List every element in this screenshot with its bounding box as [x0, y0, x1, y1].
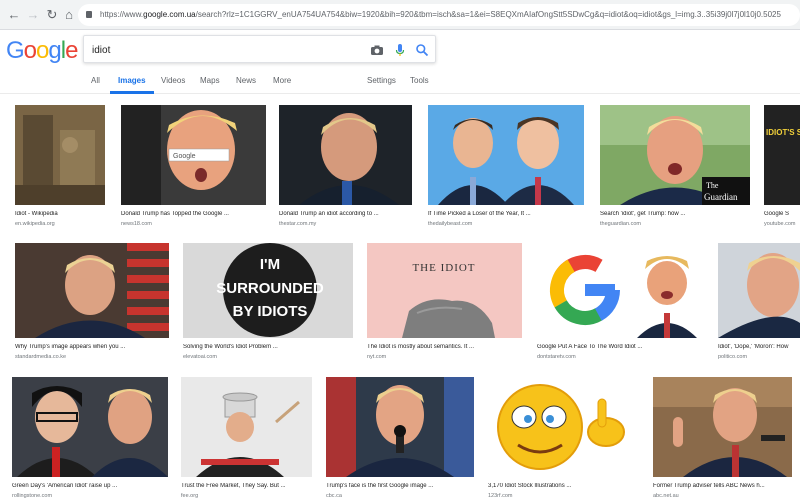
- tab-videos[interactable]: Videos: [161, 76, 185, 85]
- tab-images[interactable]: Images: [110, 76, 154, 94]
- tab-tools[interactable]: Tools: [410, 76, 429, 85]
- image-result[interactable]: Green Day's 'American Idiot' raise up ..…: [12, 377, 168, 500]
- guardian-text: Guardian: [704, 192, 738, 202]
- image-result[interactable]: IDIOT'S SEARCH IS TR Google S youtube.co…: [764, 105, 800, 230]
- result-caption: Search 'idiot', get Trump: how ...: [600, 211, 686, 217]
- result-source: politico.com: [718, 354, 748, 360]
- browser-toolbar: ← → ↻ ⌂ https://www.google.com.ua/search…: [0, 0, 800, 30]
- result-caption: Trust the Free Market, They Say. But ...: [181, 483, 286, 489]
- result-caption: Donald Trump has Topped the Google ...: [121, 211, 229, 217]
- image-result[interactable]: Trust the Free Market, They Say. But ...…: [181, 377, 312, 500]
- image-result[interactable]: I'M SURROUNDED BY IDIOTS Solving the Wor…: [183, 243, 353, 363]
- camera-icon[interactable]: [370, 43, 384, 57]
- image-result[interactable]: THE IDIOT The Idiot is mostly about sema…: [367, 243, 522, 363]
- lock-icon: [86, 11, 92, 18]
- search-icon[interactable]: [415, 43, 429, 57]
- image-result[interactable]: Idiot - Wikipedia en.wikipedia.org: [15, 105, 105, 230]
- result-source: youtube.com: [764, 221, 796, 227]
- search-input[interactable]: [92, 41, 352, 59]
- result-caption: Idiot', 'Dope,' 'Moron': How: [718, 344, 789, 350]
- result-source: abc.net.au: [653, 493, 679, 499]
- result-caption: Trump's face is the first Google image .…: [326, 483, 434, 489]
- button-text-1: I'M: [260, 256, 280, 273]
- home-icon[interactable]: ⌂: [61, 7, 77, 23]
- result-thumbnail: [718, 243, 800, 338]
- result-thumbnail: [537, 243, 704, 338]
- forward-arrow-icon[interactable]: →: [25, 7, 41, 23]
- result-caption: Donald Trump an idiot according to ...: [279, 211, 379, 217]
- result-thumbnail: THE IDIOT: [367, 243, 522, 338]
- result-thumbnail: [428, 105, 584, 205]
- result-source: fee.org: [181, 493, 199, 499]
- microphone-icon[interactable]: [393, 43, 407, 57]
- result-thumbnail: [279, 105, 412, 205]
- result-source: thestar.com.my: [279, 221, 317, 227]
- image-result[interactable]: Trump's face is the first Google image .…: [326, 377, 474, 500]
- search-tabs: All Images Videos Maps News More Setting…: [0, 70, 800, 94]
- back-arrow-icon[interactable]: ←: [6, 7, 22, 23]
- url-prefix: https://www.: [100, 10, 144, 19]
- result-thumbnail: Google: [121, 105, 266, 205]
- tab-settings[interactable]: Settings: [367, 76, 396, 85]
- result-source: rollingstone.com: [12, 493, 53, 499]
- result-source: 123rf.com: [488, 493, 513, 499]
- image-result[interactable]: Why Trump's image appears when you ... s…: [15, 243, 169, 363]
- search-box: [83, 35, 436, 63]
- tab-maps[interactable]: Maps: [200, 76, 220, 85]
- image-result[interactable]: If Time Picked a Loser of the Year, It .…: [428, 105, 584, 230]
- result-source: theguardian.com: [600, 221, 641, 227]
- result-source: news18.com: [121, 221, 152, 227]
- result-caption: Google Put A Face To The Word Idiot ...: [537, 344, 643, 350]
- image-result[interactable]: 3,170 Idiot Stock Illustrations ... 123r…: [488, 377, 638, 500]
- image-result[interactable]: Donald Trump an idiot according to ... t…: [279, 105, 412, 230]
- result-caption: Solving the World's Idiot Problem ...: [183, 344, 278, 350]
- result-source: en.wikipedia.org: [15, 221, 55, 227]
- image-result[interactable]: Google Put A Face To The Word Idiot ... …: [537, 243, 704, 363]
- result-caption: Google S: [764, 211, 790, 217]
- result-thumbnail: [12, 377, 168, 477]
- result-source: standardmedia.co.ke: [15, 354, 67, 360]
- tab-more[interactable]: More: [273, 76, 291, 85]
- result-caption: Idiot - Wikipedia: [15, 211, 58, 217]
- book-title-text: THE IDIOT: [412, 262, 475, 274]
- result-source: nyt.com: [367, 354, 387, 360]
- result-source: elevatoai.com: [183, 354, 217, 360]
- guardian-the-text: The: [706, 181, 719, 190]
- result-thumbnail: I'M SURROUNDED BY IDIOTS: [183, 243, 353, 338]
- result-thumbnail: [653, 377, 792, 477]
- result-thumbnail: [15, 105, 105, 205]
- result-caption: Former Trump adviser tells ABC News h...: [653, 483, 765, 489]
- result-caption: Why Trump's image appears when you ...: [15, 344, 126, 350]
- button-text-2: SURROUNDED: [216, 280, 324, 297]
- address-bar[interactable]: https://www.google.com.ua/search?rlz=1C1…: [78, 4, 800, 26]
- result-source: thedailybeast.com: [428, 221, 473, 227]
- image-result[interactable]: Google Donald Trump has Topped the Googl…: [121, 105, 266, 230]
- tab-all[interactable]: All: [91, 76, 100, 85]
- result-caption: The Idiot is mostly about semantics. It …: [367, 344, 475, 350]
- result-thumbnail: IDIOT'S SEARCH IS TR: [764, 105, 800, 205]
- google-logo[interactable]: Google: [6, 38, 78, 64]
- result-thumbnail: [15, 243, 169, 338]
- tab-news[interactable]: News: [236, 76, 256, 85]
- result-caption: Green Day's 'American Idiot' raise up ..…: [12, 483, 118, 489]
- googlebox-text: Google: [173, 153, 196, 160]
- result-thumbnail: [326, 377, 474, 477]
- button-text-3: BY IDIOTS: [233, 303, 308, 320]
- image-result[interactable]: The Guardian Search 'idiot', get Trump: …: [600, 105, 750, 230]
- result-source: cbc.ca: [326, 493, 342, 499]
- reload-icon[interactable]: ↻: [44, 7, 60, 23]
- result-thumbnail: The Guardian: [600, 105, 750, 205]
- result-caption: 3,170 Idiot Stock Illustrations ...: [488, 483, 572, 489]
- url-path: /search?rlz=1C1GGRV_enUA754UA754&biw=192…: [195, 10, 781, 19]
- image-result[interactable]: Idiot', 'Dope,' 'Moron': How politico.co…: [718, 243, 800, 363]
- result-caption: If Time Picked a Loser of the Year, It .…: [428, 211, 531, 217]
- result-thumbnail: [181, 377, 312, 477]
- url-host: google.com.ua: [143, 10, 196, 19]
- result-thumbnail: [488, 377, 638, 477]
- image-result[interactable]: Former Trump adviser tells ABC News h...…: [653, 377, 792, 500]
- idiots-sign-text: IDIOT'S SEARCH IS TR: [766, 128, 800, 137]
- result-source: dontstaretv.com: [537, 354, 576, 360]
